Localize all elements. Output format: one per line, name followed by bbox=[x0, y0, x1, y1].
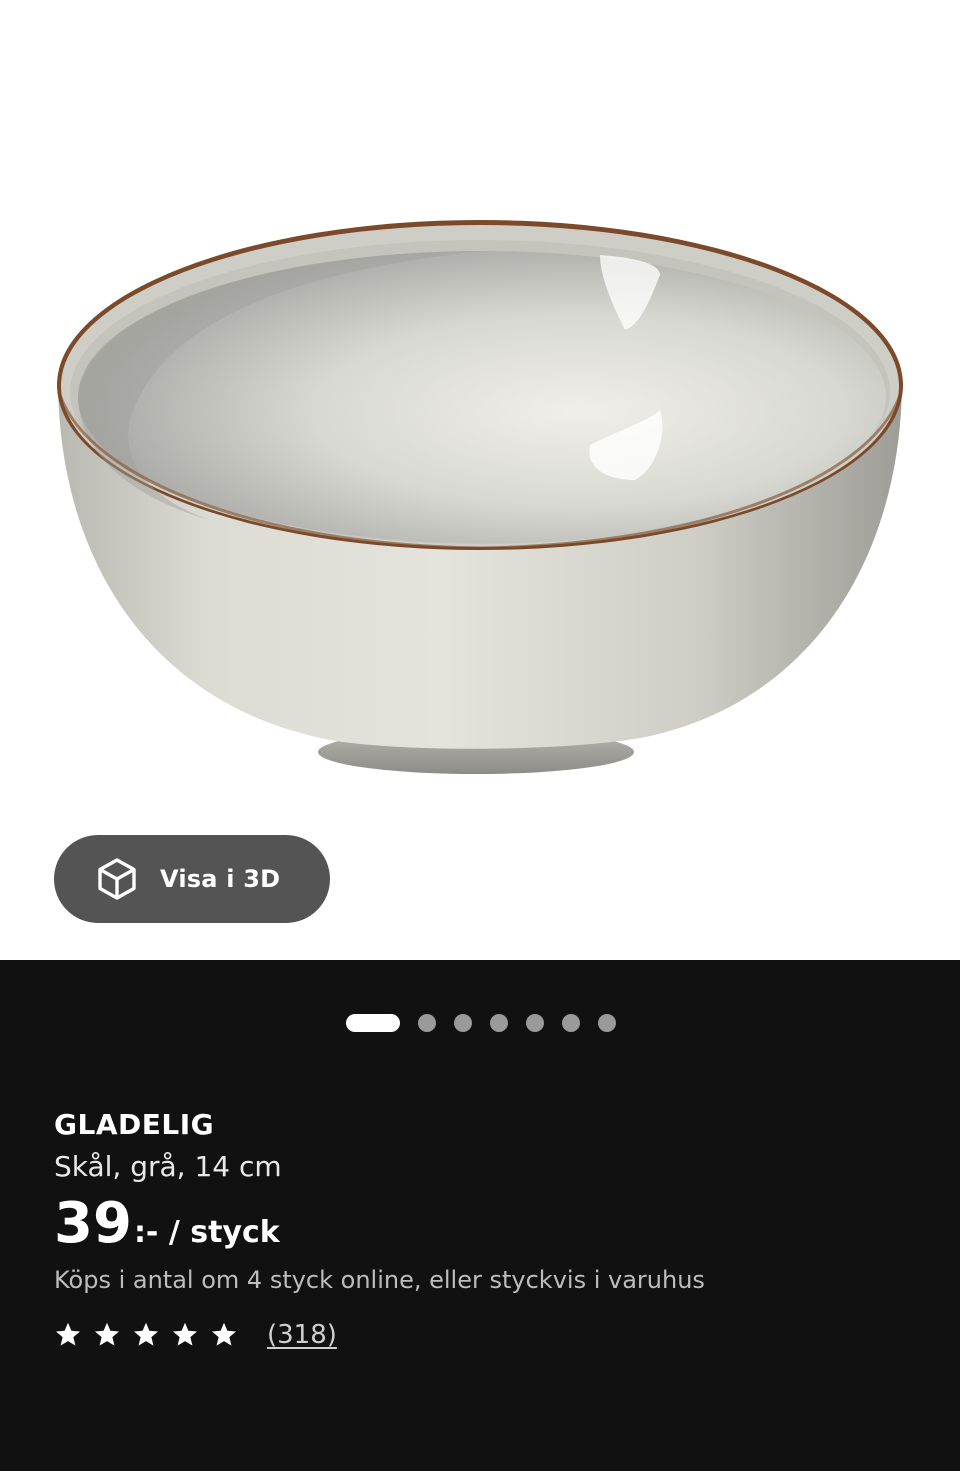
pager-dot[interactable] bbox=[454, 1014, 472, 1032]
cube-3d-icon bbox=[98, 858, 136, 900]
star-icon bbox=[172, 1322, 198, 1346]
review-count-link[interactable]: (318) bbox=[267, 1320, 337, 1350]
star-icon bbox=[211, 1322, 237, 1346]
star-icon bbox=[94, 1322, 120, 1346]
product-info-panel: GLADELIG Skål, grå, 14 cm 39 :- / styck … bbox=[0, 960, 960, 1471]
price-unit: :- / styck bbox=[133, 1215, 280, 1250]
view-in-3d-button[interactable]: Visa i 3D bbox=[54, 835, 330, 923]
pager-dot[interactable] bbox=[418, 1014, 436, 1032]
pager-dot[interactable] bbox=[526, 1014, 544, 1032]
price-amount: 39 bbox=[54, 1191, 132, 1256]
product-name: GLADELIG bbox=[54, 1108, 215, 1141]
product-price: 39 :- / styck bbox=[54, 1196, 280, 1252]
pager-dot-active[interactable] bbox=[346, 1014, 400, 1032]
gallery-pager[interactable] bbox=[346, 1014, 616, 1032]
pager-dot[interactable] bbox=[490, 1014, 508, 1032]
view-in-3d-label: Visa i 3D bbox=[160, 865, 281, 893]
purchase-note: Köps i antal om 4 styck online, eller st… bbox=[54, 1266, 705, 1294]
star-icon bbox=[133, 1322, 159, 1346]
star-icon bbox=[55, 1322, 81, 1346]
product-description: Skål, grå, 14 cm bbox=[54, 1150, 282, 1183]
product-rating[interactable]: (318) bbox=[54, 1320, 337, 1350]
pager-dot[interactable] bbox=[562, 1014, 580, 1032]
bowl-product-image bbox=[57, 220, 903, 774]
product-image-gallery[interactable]: Visa i 3D bbox=[0, 0, 960, 960]
pager-dot[interactable] bbox=[598, 1014, 616, 1032]
